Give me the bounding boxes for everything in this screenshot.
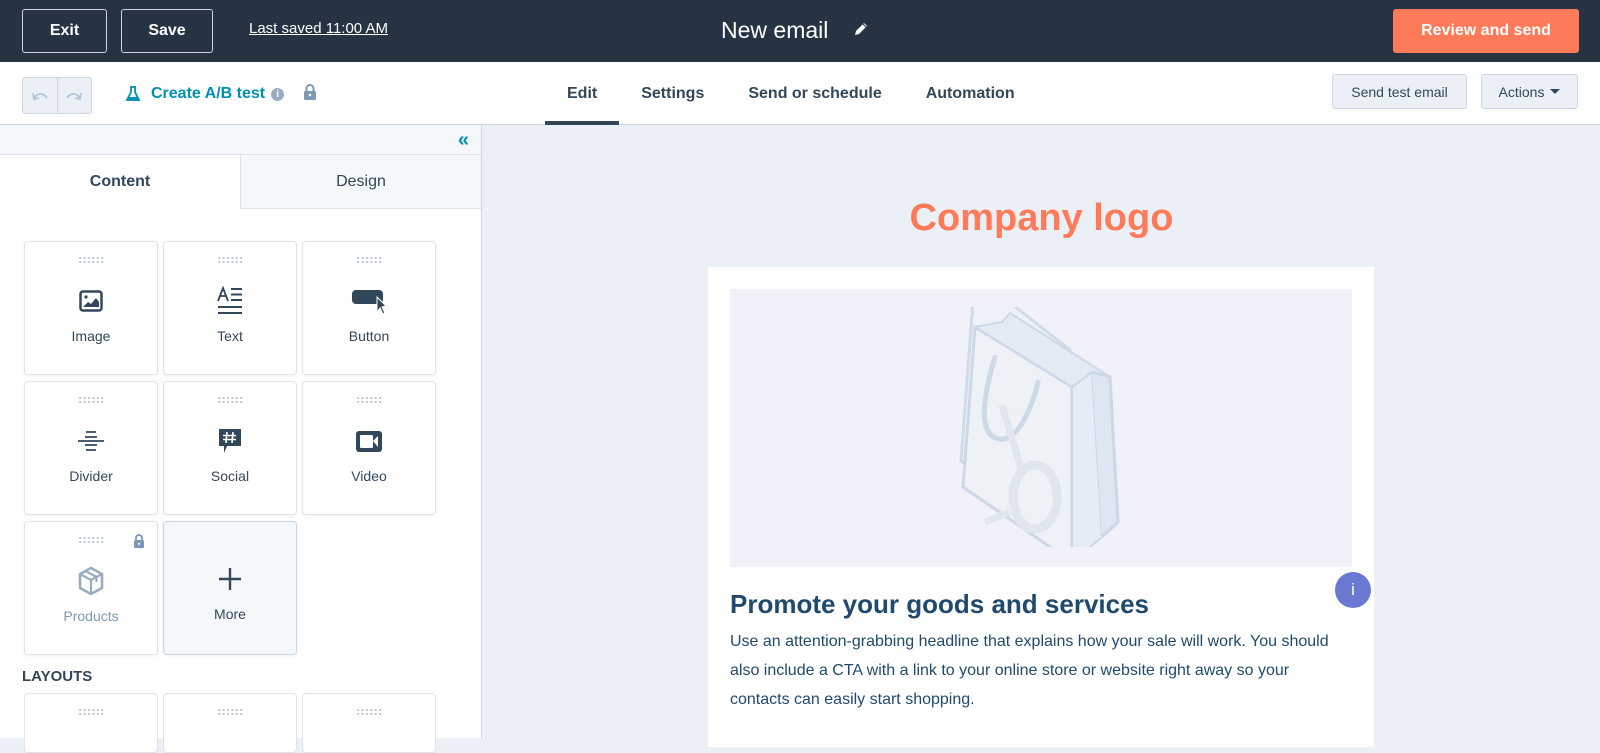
module-tile-text[interactable]: Text <box>163 241 297 375</box>
hero-image[interactable] <box>730 289 1352 567</box>
module-label: Video <box>351 468 387 484</box>
redo-icon <box>66 92 83 100</box>
drag-handle-icon <box>78 536 104 544</box>
module-label: Button <box>348 328 390 344</box>
editor-tabs: Edit Settings Send or schedule Automatio… <box>545 62 1037 125</box>
email-title: New email <box>721 17 829 43</box>
layout-tile[interactable] <box>24 693 158 753</box>
video-icon <box>355 426 383 456</box>
send-test-email-button[interactable]: Send test email <box>1332 74 1467 109</box>
image-icon <box>79 286 103 316</box>
promo-heading[interactable]: Promote your goods and services <box>730 589 1149 620</box>
review-and-send-button[interactable]: Review and send <box>1393 9 1579 53</box>
undo-redo-group <box>22 77 92 114</box>
text-icon <box>216 286 244 316</box>
drag-handle-icon[interactable] <box>356 708 382 716</box>
module-label: Image <box>71 328 111 344</box>
actions-label: Actions <box>1498 83 1545 100</box>
module-label: Social <box>210 468 250 484</box>
editor-toolbar: Create A/B test i Edit Settings Send or … <box>0 62 1600 125</box>
info-bubble-button[interactable]: i <box>1335 572 1371 608</box>
tab-automation[interactable]: Automation <box>904 62 1037 125</box>
module-tiles: Image Text Button Divider Social Video P… <box>24 241 436 655</box>
sidebar-tabs: Content Design <box>0 155 481 209</box>
drag-handle-icon[interactable] <box>78 396 104 404</box>
tab-settings[interactable]: Settings <box>619 62 726 125</box>
company-logo[interactable]: Company logo <box>483 197 1600 240</box>
drag-handle-icon[interactable] <box>217 396 243 404</box>
layout-tiles <box>24 693 436 753</box>
sidebar-tab-design[interactable]: Design <box>240 155 481 209</box>
module-tile-video[interactable]: Video <box>302 381 436 515</box>
caret-down-icon <box>1550 89 1561 94</box>
drag-handle-icon[interactable] <box>217 256 243 264</box>
products-icon <box>77 566 105 596</box>
collapse-sidebar-icon[interactable]: « <box>458 130 469 150</box>
module-tile-divider[interactable]: Divider <box>24 381 158 515</box>
last-saved-link[interactable]: Last saved 11:00 AM <box>249 20 388 37</box>
email-canvas: Company logo Promote your goods and serv… <box>483 125 1600 747</box>
undo-button[interactable] <box>23 78 58 113</box>
tab-send-or-schedule[interactable]: Send or schedule <box>726 62 903 125</box>
lock-icon <box>303 84 317 105</box>
module-tile-image[interactable]: Image <box>24 241 158 375</box>
drag-handle-icon[interactable] <box>356 396 382 404</box>
ab-test-label: Create A/B test <box>151 85 266 102</box>
lock-icon <box>133 534 145 553</box>
info-icon[interactable]: i <box>271 87 285 101</box>
module-label: Products <box>63 608 119 624</box>
module-tile-products[interactable]: Products <box>24 521 158 655</box>
plus-icon <box>218 564 242 594</box>
button-icon <box>351 286 387 316</box>
promo-body-text[interactable]: Use an attention-grabbing headline that … <box>730 627 1342 714</box>
redo-button[interactable] <box>58 78 92 113</box>
module-tile-more[interactable]: More <box>163 521 297 655</box>
layout-tile[interactable] <box>163 693 297 753</box>
drag-handle-icon[interactable] <box>217 708 243 716</box>
layouts-heading: LAYOUTS <box>22 668 93 685</box>
module-tile-social[interactable]: Social <box>163 381 297 515</box>
drag-handle-icon[interactable] <box>78 708 104 716</box>
social-icon <box>217 426 243 456</box>
undo-icon <box>31 92 48 100</box>
top-bar: Exit Save Last saved 11:00 AM New email … <box>0 0 1600 62</box>
exit-button[interactable]: Exit <box>22 9 107 53</box>
drag-handle-icon[interactable] <box>356 256 382 264</box>
pencil-icon[interactable] <box>853 21 869 37</box>
sidebar-header: « <box>0 125 481 155</box>
shopping-bag-illustration <box>959 307 1120 547</box>
module-tile-button[interactable]: Button <box>302 241 436 375</box>
drag-handle-icon[interactable] <box>78 256 104 264</box>
module-label: More <box>214 606 246 622</box>
module-label: Divider <box>69 468 113 484</box>
create-ab-test-link[interactable]: Create A/B test i <box>125 85 285 103</box>
flask-icon <box>125 86 141 101</box>
divider-icon <box>77 426 105 456</box>
content-sidebar: « Content Design Image Text Button Divid… <box>0 125 482 753</box>
sidebar-tab-content[interactable]: Content <box>0 155 240 209</box>
layout-tile[interactable] <box>302 693 436 753</box>
save-button[interactable]: Save <box>121 9 213 53</box>
actions-dropdown[interactable]: Actions <box>1481 74 1578 109</box>
module-label: Text <box>217 328 243 344</box>
email-body: Promote your goods and services Use an a… <box>708 267 1374 747</box>
tab-edit[interactable]: Edit <box>545 62 620 125</box>
